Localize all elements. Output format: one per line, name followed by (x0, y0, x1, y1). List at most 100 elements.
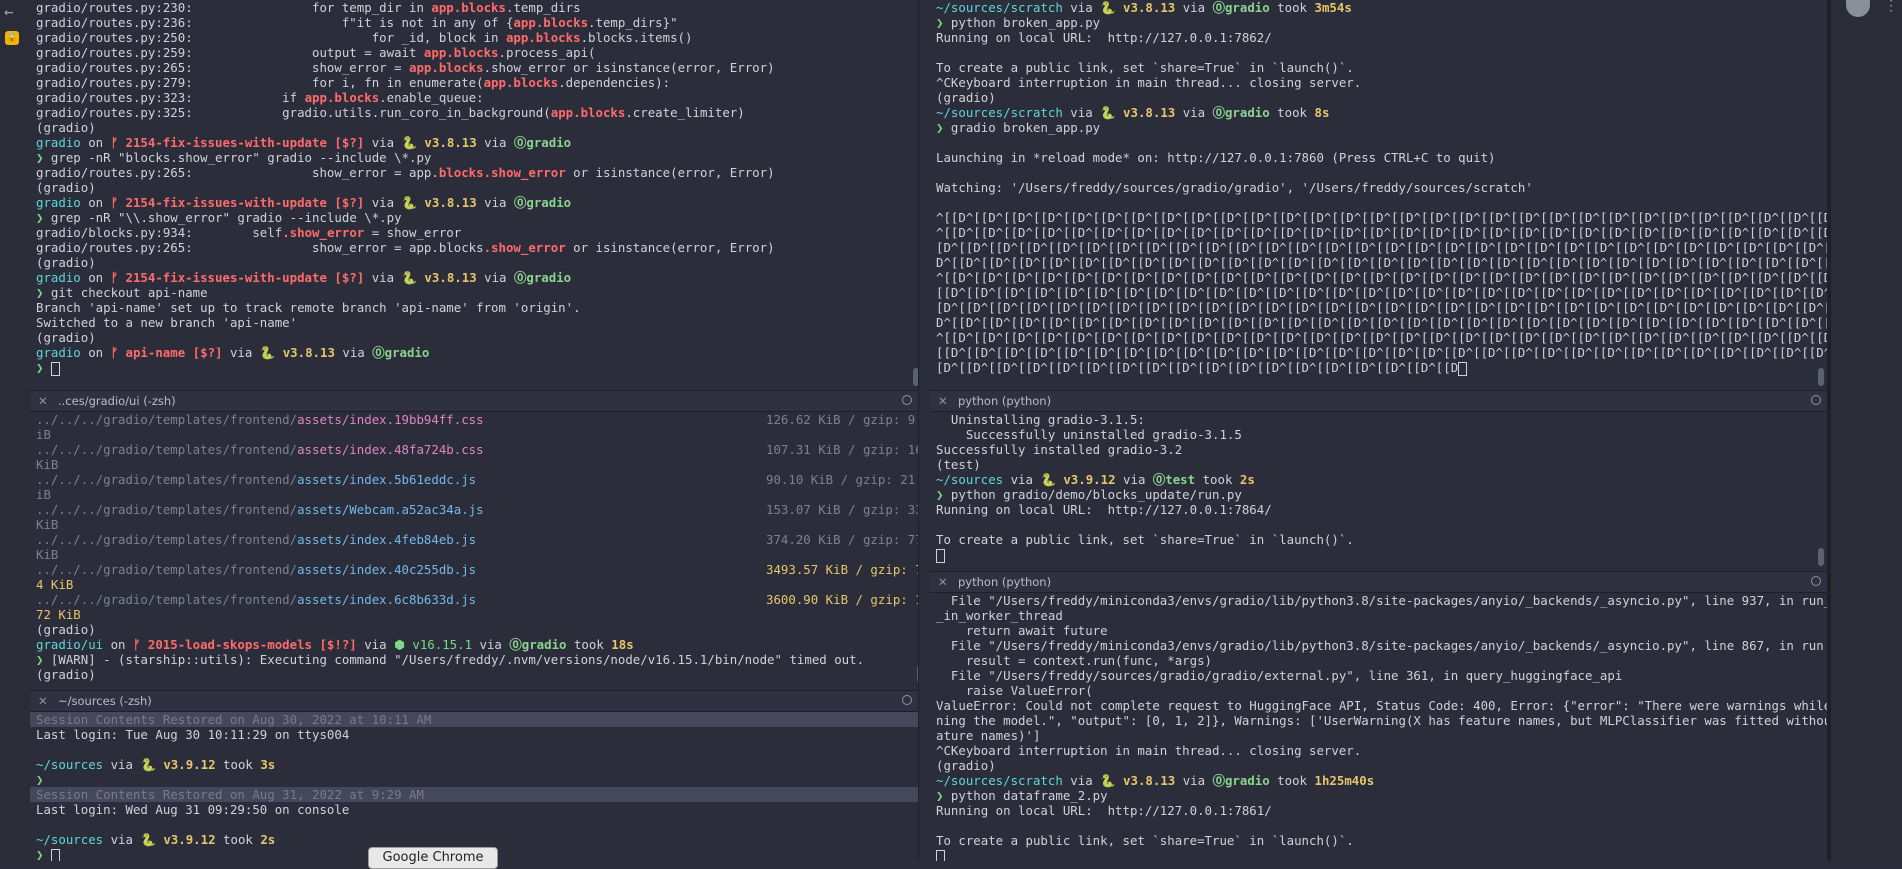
command-line: ❯ python broken_app.py (936, 15, 1101, 30)
warning-line: ❯ [WARN] - (starship::utils): Executing … (36, 652, 865, 667)
traceback-line: return await future (936, 623, 1108, 638)
asset-size-wrap: KiB (36, 547, 59, 562)
output-line: Watching: '/Users/freddy/sources/gradio/… (936, 180, 1533, 195)
venv-label: (gradio) (36, 255, 96, 270)
active-prompt[interactable] (936, 848, 1821, 861)
output-line: Running on local URL: http://127.0.0.1:7… (936, 30, 1272, 45)
grep-segment: app.blocks (423, 45, 499, 60)
lock-icon[interactable]: 🔒 (5, 31, 19, 45)
prompt-line: ~/sources/scratch via 🐍 v3.8.13 via ⓪gra… (936, 105, 1330, 120)
pane-titlebar[interactable]: ✕ python (python) (930, 390, 1827, 412)
pane-menu-icon[interactable] (1811, 576, 1821, 586)
traceback-line: result = context.run(func, *args) (936, 653, 1213, 668)
terminal-pane-top-left[interactable]: gradio/routes.py:230: for temp_dir in ap… (30, 0, 918, 390)
asset-path: ../../../gradio/templates/frontend/ (36, 592, 298, 607)
grep-segment: gradio/routes.py:236: (36, 15, 193, 30)
command-line: ❯ grep -nR "blocks.show_error" gradio --… (36, 150, 432, 165)
grep-segment: .enable_queue: (379, 90, 484, 105)
terminal-pane-middle-left[interactable]: ✕ ..ces/gradio/ui (-zsh) ../../../gradio… (30, 390, 918, 690)
terminal-output: Session Contents Restored on Aug 30, 202… (30, 712, 918, 861)
terminal-output: File "/Users/freddy/miniconda3/envs/grad… (930, 593, 1827, 861)
pane-titlebar[interactable]: ✕ ..ces/gradio/ui (-zsh) (30, 390, 918, 412)
terminal-pane-top-right[interactable]: ~/sources/scratch via 🐍 v3.8.13 via ⓪gra… (930, 0, 1827, 390)
grep-result: gradio/routes.py:236: f"it is not in any… (36, 15, 912, 30)
asset-name: assets/index.40c255db.js (297, 562, 477, 577)
output-line: To create a public link, set `share=True… (936, 833, 1354, 848)
grep-result: gradio/routes.py:279: for i, fn in enume… (36, 75, 912, 90)
close-icon[interactable]: ✕ (938, 391, 948, 411)
traceback-line: ature names)'] (936, 728, 1041, 743)
output-line: Successfully uninstalled gradio-3.1.5 (936, 427, 1242, 442)
escape-sequence-output: ^[[D^[[D^[[D^[[D^[[D^[[D^[[D^[[D^[[D^[[D… (936, 210, 1827, 376)
profile-avatar[interactable] (1846, 0, 1870, 17)
terminal-pane-middle-right[interactable]: ✕ python (python) Uninstalling gradio-3.… (930, 390, 1827, 571)
prompt-line: ~/sources/scratch via 🐍 v3.8.13 via ⓪gra… (936, 0, 1352, 15)
pane-titlebar[interactable]: ✕ python (python) (930, 571, 1827, 593)
traceback-line: File "/Users/freddy/miniconda3/envs/grad… (936, 593, 1827, 608)
active-prompt[interactable]: ❯ (36, 360, 912, 376)
terminal-pane-bottom-right[interactable]: ✕ python (python) File "/Users/freddy/mi… (930, 571, 1827, 861)
close-icon[interactable]: ✕ (938, 572, 948, 592)
traceback-line: raise ValueError( (936, 683, 1093, 698)
grep-segment: app.blocks (431, 0, 506, 15)
close-icon[interactable]: ✕ (38, 691, 48, 711)
text-cursor (50, 361, 60, 376)
grep-segment: .blocks.items() (580, 30, 693, 45)
asset-size: 126.62 KiB / gzip: 9.34 K (766, 412, 918, 427)
asset-path: ../../../gradio/templates/frontend/ (36, 532, 298, 547)
back-arrow-icon[interactable]: ← (4, 2, 14, 21)
pane-title: ..ces/gradio/ui (-zsh) (58, 394, 176, 408)
pane-titlebar[interactable]: ✕ ~/sources (-zsh) (30, 690, 918, 712)
pane-menu-icon[interactable] (1811, 395, 1821, 405)
output-line: Running on local URL: http://127.0.0.1:7… (936, 803, 1272, 818)
asset-row: ../../../gradio/templates/frontend/asset… (36, 532, 918, 547)
output-line: Switched to a new branch 'api-name' (36, 315, 298, 330)
active-prompt[interactable] (936, 547, 1821, 563)
pane-title: ~/sources (-zsh) (58, 694, 152, 708)
prompt-line: gradio on ᚠ 2154-fix-issues-with-update … (36, 195, 572, 210)
pane-menu-icon[interactable] (902, 395, 912, 405)
escape-sequence-line: ^[[D^[[D^[[D^[[D^[[D^[[D^[[D^[[D^[[D^[[D… (936, 225, 1827, 240)
output-line: Successfully installed gradio-3.2 (936, 442, 1183, 457)
scrollbar[interactable] (1818, 548, 1824, 566)
escape-sequence-line: [D^[[D^[[D^[[D^[[D^[[D^[[D^[[D^[[D^[[D^[… (936, 300, 1827, 315)
output-line: Launching in *reload mode* on: http://12… (936, 150, 1496, 165)
more-menu-icon[interactable]: ⋮ (1884, 0, 1898, 14)
asset-size-wrap: KiB (36, 517, 59, 532)
escape-sequence-text: [D^[[D^[[D^[[D^[[D^[[D^[[D^[[D^[[D^[[D^[… (936, 360, 1459, 375)
command-line: ❯ python gradio/demo/blocks_update/run.p… (936, 487, 1242, 502)
terminal-pane-bottom-left[interactable]: ✕ ~/sources (-zsh) Session Contents Rest… (30, 690, 918, 861)
close-icon[interactable]: ✕ (38, 391, 48, 411)
prompt-line: ~/sources/scratch via 🐍 v3.8.13 via ⓪gra… (936, 773, 1375, 788)
terminal-output: Uninstalling gradio-3.1.5: Successfully … (930, 412, 1827, 563)
grep-segment: gradio/routes.py:279: (36, 75, 193, 90)
escape-sequence-line: [D^[[D^[[D^[[D^[[D^[[D^[[D^[[D^[[D^[[D^[… (936, 360, 1821, 376)
prompt-line: gradio/ui on ᚠ 2015-load-skops-models [$… (36, 637, 634, 652)
grep-segment: gradio/routes.py:265: (36, 60, 193, 75)
venv-label: (gradio) (936, 90, 996, 105)
escape-sequence-line: [[D^[[D^[[D^[[D^[[D^[[D^[[D^[[D^[[D^[[D^… (936, 345, 1827, 360)
session-restored-banner: Session Contents Restored on Aug 31, 202… (30, 787, 918, 802)
grep-segment: app.blocks (505, 30, 581, 45)
venv-label: (gradio) (36, 622, 96, 637)
pane-title: python (python) (958, 575, 1052, 589)
escape-sequence-line: [[D^[[D^[[D^[[D^[[D^[[D^[[D^[[D^[[D^[[D^… (936, 285, 1827, 300)
command-line: ❯ (36, 772, 44, 787)
scrollbar[interactable] (917, 665, 918, 683)
prompt-line: ~/sources via 🐍 v3.9.12 via ⓪test took 2… (936, 472, 1255, 487)
grep-segment: app.blocks (483, 75, 559, 90)
asset-size: 3493.57 KiB / gzip: 762.7 (766, 562, 918, 577)
grep-segment: .process_api( (498, 45, 596, 60)
output-line: Uninstalling gradio-3.1.5: (936, 412, 1145, 427)
asset-size-wrap: iB (36, 427, 51, 442)
scrollbar[interactable] (1818, 368, 1824, 386)
asset-size: 107.31 KiB / gzip: 16.48 (766, 442, 918, 457)
grep-segment: gradio/routes.py:323: (36, 90, 193, 105)
terminal-output: ~/sources/scratch via 🐍 v3.8.13 via ⓪gra… (930, 0, 1827, 376)
terminal-output: ../../../gradio/templates/frontend/asset… (30, 412, 918, 682)
escape-sequence-line: ^[[D^[[D^[[D^[[D^[[D^[[D^[[D^[[D^[[D^[[D… (936, 270, 1827, 285)
pane-menu-icon[interactable] (902, 695, 912, 705)
grep-segment: for temp_dir in (192, 0, 432, 15)
terminal-output: gradio/routes.py:230: for temp_dir in ap… (30, 0, 918, 376)
grep-result: gradio/routes.py:250: for _id, block in … (36, 30, 912, 45)
